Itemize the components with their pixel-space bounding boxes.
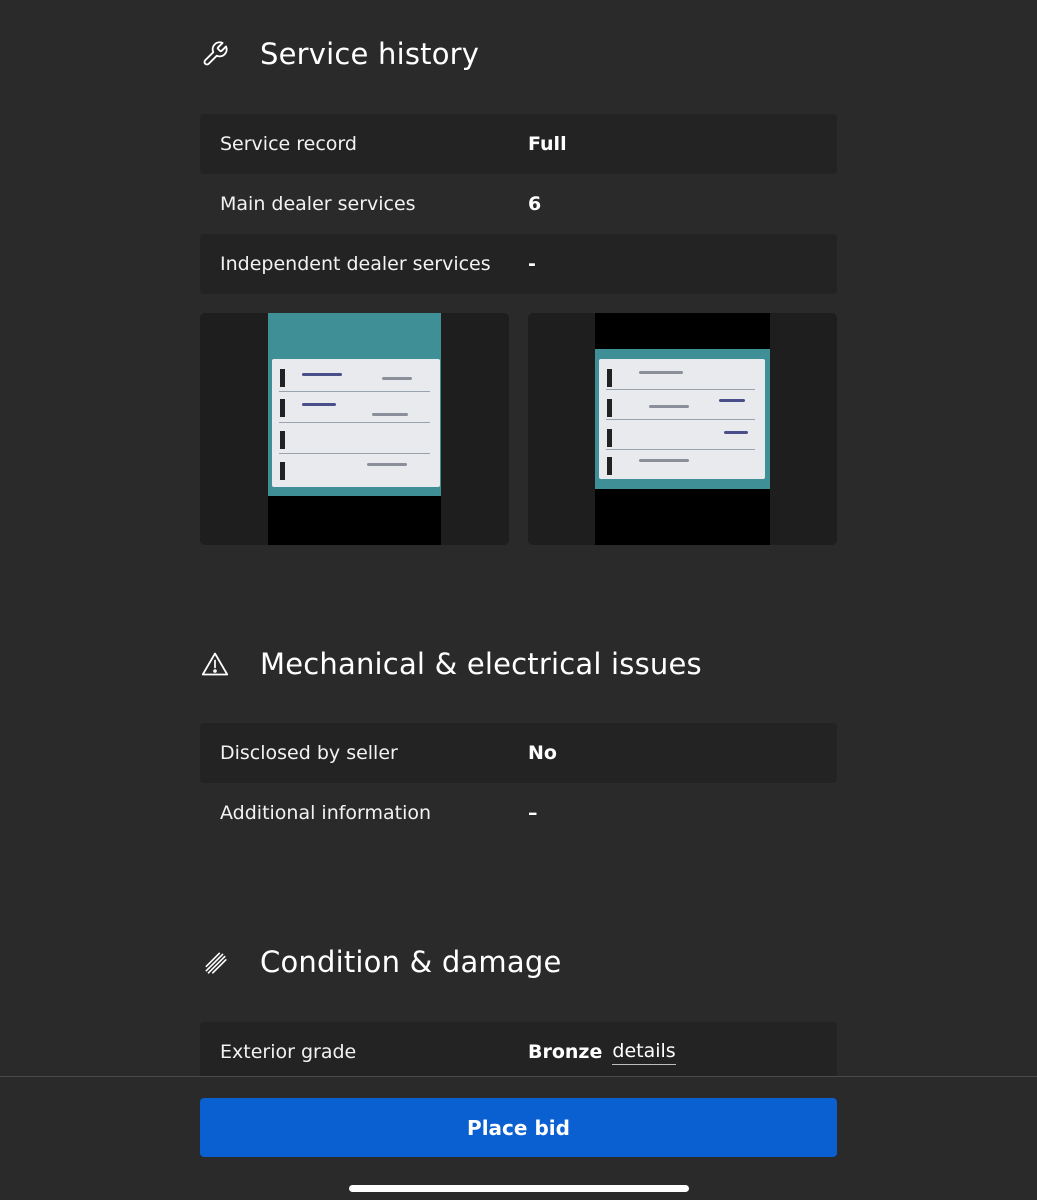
condition-header: Condition & damage bbox=[200, 932, 562, 992]
bottom-action-bar: Place bid bbox=[0, 1076, 1037, 1200]
additional-information-value: – bbox=[528, 802, 538, 824]
wrench-icon bbox=[200, 39, 230, 69]
main-dealer-services-value: 6 bbox=[528, 193, 542, 215]
exterior-grade-value: Bronze bbox=[528, 1041, 603, 1063]
warning-icon bbox=[200, 649, 230, 679]
home-indicator[interactable] bbox=[349, 1185, 689, 1192]
disclosed-by-seller-label: Disclosed by seller bbox=[220, 742, 398, 764]
service-record-value: Full bbox=[528, 133, 567, 155]
disclosed-by-seller-value: No bbox=[528, 742, 557, 764]
service-book-photo-2[interactable] bbox=[528, 313, 837, 545]
table-row: Additional information – bbox=[200, 783, 837, 843]
table-row: Independent dealer services - bbox=[200, 234, 837, 294]
service-history-header: Service history bbox=[200, 24, 479, 84]
condition-table: Exterior grade Bronze details bbox=[200, 1022, 837, 1082]
additional-information-label: Additional information bbox=[220, 802, 432, 824]
independent-dealer-services-value: - bbox=[528, 253, 536, 275]
main-dealer-services-label: Main dealer services bbox=[220, 193, 416, 215]
exterior-grade-label: Exterior grade bbox=[220, 1041, 357, 1063]
condition-title: Condition & damage bbox=[260, 945, 562, 979]
photo-frame bbox=[595, 313, 770, 545]
table-row: Disclosed by seller No bbox=[200, 723, 837, 783]
service-book-photo-1[interactable] bbox=[200, 313, 509, 545]
mechanical-title: Mechanical & electrical issues bbox=[260, 647, 702, 681]
mechanical-header: Mechanical & electrical issues bbox=[200, 634, 702, 694]
place-bid-button[interactable]: Place bid bbox=[200, 1098, 837, 1157]
table-row: Main dealer services 6 bbox=[200, 174, 837, 234]
table-row: Exterior grade Bronze details bbox=[200, 1022, 837, 1082]
service-record-label: Service record bbox=[220, 133, 357, 155]
service-book-photos bbox=[200, 313, 837, 545]
table-row: Service record Full bbox=[200, 114, 837, 174]
service-history-table: Service record Full Main dealer services… bbox=[200, 114, 837, 294]
mechanical-table: Disclosed by seller No Additional inform… bbox=[200, 723, 837, 843]
photo-frame bbox=[268, 313, 441, 545]
independent-dealer-services-label: Independent dealer services bbox=[220, 253, 491, 275]
service-history-title: Service history bbox=[260, 37, 480, 71]
exterior-grade-details-link[interactable]: details bbox=[612, 1040, 676, 1065]
scratch-icon bbox=[200, 947, 230, 977]
